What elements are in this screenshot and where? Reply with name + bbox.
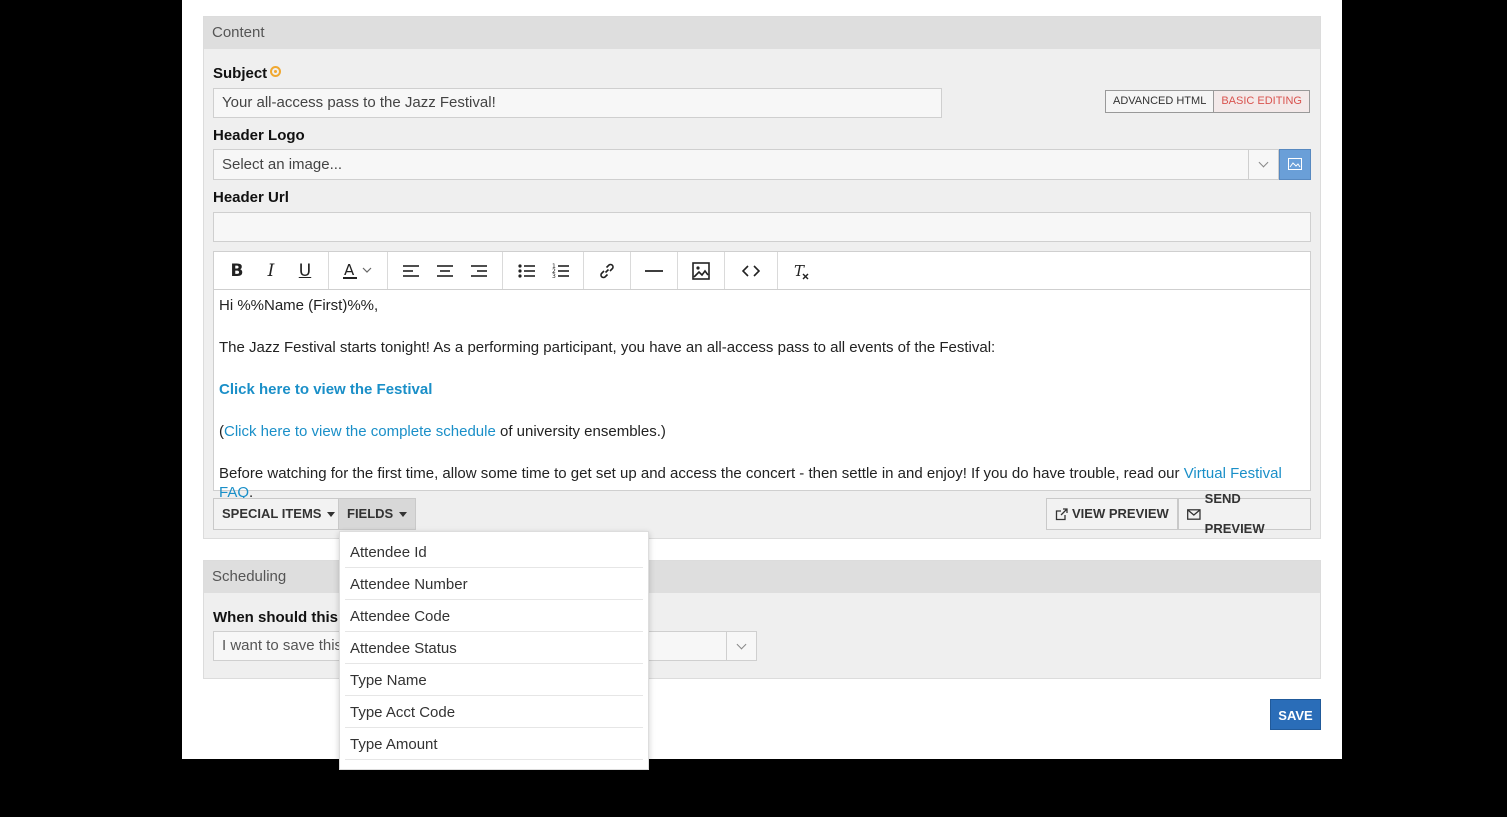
view-preview-button[interactable]: VIEW PREVIEW bbox=[1046, 498, 1178, 530]
align-group bbox=[388, 252, 503, 289]
bold-icon[interactable]: B bbox=[220, 256, 254, 286]
insert-image-icon[interactable] bbox=[684, 256, 718, 286]
header-logo-label: Header Logo bbox=[213, 127, 305, 144]
list-group: 123 bbox=[503, 252, 584, 289]
align-right-icon[interactable] bbox=[462, 256, 496, 286]
header-logo-placeholder: Select an image... bbox=[222, 156, 343, 173]
horizontal-rule-icon[interactable] bbox=[637, 256, 671, 286]
editor-body[interactable]: Hi %%Name (First)%%, The Jazz Festival s… bbox=[214, 290, 1310, 508]
code-group bbox=[725, 252, 778, 289]
festival-link[interactable]: Click here to view the Festival bbox=[219, 381, 432, 398]
clear-format-icon[interactable]: T bbox=[784, 256, 818, 286]
fields-label: FIELDS bbox=[347, 506, 394, 521]
svg-text:3: 3 bbox=[552, 273, 556, 279]
schedule-question-label: When should this e bbox=[213, 609, 351, 626]
fields-dropdown-menu: Attendee Id Attendee Number Attendee Cod… bbox=[339, 531, 649, 770]
send-preview-button[interactable]: SEND PREVIEW bbox=[1178, 491, 1311, 536]
format-group: B I U bbox=[214, 252, 329, 289]
subject-label-text: Subject bbox=[213, 65, 268, 82]
link-icon[interactable] bbox=[590, 256, 624, 286]
envelope-icon bbox=[1187, 508, 1201, 520]
header-url-label: Header Url bbox=[213, 189, 289, 206]
schedule-rest: of university ensembles.) bbox=[495, 423, 666, 440]
menu-item[interactable]: Type Name bbox=[345, 664, 643, 696]
header-logo-select[interactable]: Select an image... bbox=[213, 149, 1279, 180]
content-section-title: Content bbox=[204, 17, 1320, 49]
header-url-input[interactable] bbox=[213, 212, 1311, 242]
faq-line: Before watching for the first time, allo… bbox=[219, 464, 1305, 502]
save-button[interactable]: SAVE bbox=[1270, 699, 1321, 730]
text-color-icon[interactable]: A bbox=[335, 256, 381, 286]
bullet-list-icon[interactable] bbox=[509, 256, 543, 286]
image-picker-button[interactable] bbox=[1279, 149, 1311, 180]
send-preview-label: SEND PREVIEW bbox=[1204, 491, 1265, 536]
align-left-icon[interactable] bbox=[394, 256, 428, 286]
menu-item[interactable]: Attendee Status bbox=[345, 632, 643, 664]
schedule-line: (Click here to view the complete schedul… bbox=[219, 422, 1305, 441]
menu-item[interactable]: Type Acct Code bbox=[345, 696, 643, 728]
content-section: Content Subject Your all-access pass to … bbox=[203, 16, 1321, 539]
svg-text:T: T bbox=[794, 262, 805, 280]
menu-item[interactable]: Type Amount bbox=[345, 728, 643, 760]
fields-button[interactable]: FIELDS bbox=[338, 498, 417, 530]
view-preview-label: VIEW PREVIEW bbox=[1072, 506, 1169, 521]
subject-input[interactable]: Your all-access pass to the Jazz Festiva… bbox=[213, 88, 942, 118]
svg-text:A: A bbox=[344, 261, 355, 279]
external-link-icon bbox=[1055, 507, 1068, 520]
menu-item[interactable]: Attendee Number bbox=[345, 568, 643, 600]
greeting-line: Hi %%Name (First)%%, bbox=[219, 297, 379, 314]
numbered-list-icon[interactable]: 123 bbox=[543, 256, 577, 286]
hr-group bbox=[631, 252, 678, 289]
color-group: A bbox=[329, 252, 388, 289]
caret-down-icon bbox=[399, 511, 408, 517]
intro-line: The Jazz Festival starts tonight! As a p… bbox=[219, 339, 996, 356]
faq-text: Before watching for the first time, allo… bbox=[219, 465, 1184, 482]
menu-item[interactable]: Attendee Code bbox=[345, 600, 643, 632]
editor-toolbar: B I U A 123 T bbox=[214, 252, 1310, 290]
clear-group: T bbox=[778, 252, 824, 289]
italic-icon[interactable]: I bbox=[254, 256, 288, 286]
festival-link-line: Click here to view the Festival bbox=[219, 380, 1305, 399]
required-icon bbox=[270, 66, 282, 77]
align-center-icon[interactable] bbox=[428, 256, 462, 286]
basic-editing-button[interactable]: BASIC EDITING bbox=[1213, 91, 1309, 112]
editing-mode-toggle: ADVANCED HTML BASIC EDITING bbox=[1105, 90, 1310, 113]
subject-label: Subject bbox=[213, 65, 282, 82]
image-icon bbox=[1288, 158, 1302, 170]
caret-down-icon bbox=[327, 511, 336, 517]
schedule-select-value: I want to save this bbox=[222, 637, 343, 654]
advanced-html-button[interactable]: ADVANCED HTML bbox=[1106, 91, 1213, 112]
code-view-icon[interactable] bbox=[731, 256, 771, 286]
special-items-button[interactable]: SPECIAL ITEMS bbox=[213, 498, 345, 530]
link-group bbox=[584, 252, 631, 289]
chevron-down-icon[interactable] bbox=[1248, 150, 1278, 179]
special-items-label: SPECIAL ITEMS bbox=[222, 506, 322, 521]
chevron-down-icon[interactable] bbox=[726, 632, 756, 661]
image-group bbox=[678, 252, 725, 289]
menu-item[interactable]: Attendee Id bbox=[345, 536, 643, 568]
underline-icon[interactable]: U bbox=[288, 256, 322, 286]
rich-text-editor: B I U A 123 T Hi %%Name (First)%%, The J… bbox=[213, 251, 1311, 501]
schedule-link[interactable]: Click here to view the complete schedule bbox=[224, 423, 496, 440]
